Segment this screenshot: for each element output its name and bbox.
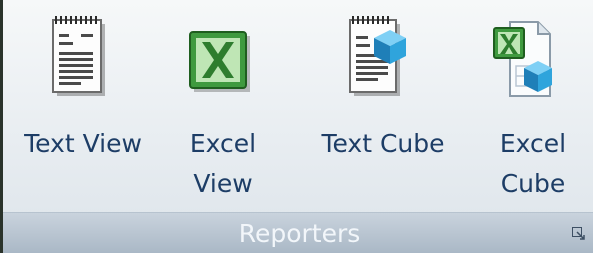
excel-cube-button[interactable]: Excel Cube — [478, 0, 588, 212]
text-view-button[interactable]: Text View — [3, 0, 163, 212]
excel-view-label: Excel View — [189, 129, 257, 198]
text-view-label: Text View — [24, 129, 142, 158]
text-cube-button[interactable]: Text Cube — [298, 0, 468, 212]
excel-view-button[interactable]: Excel View — [168, 0, 278, 212]
group-label-bar: Reporters — [3, 212, 593, 253]
text-cube-label: Text Cube — [321, 129, 445, 158]
group-title: Reporters — [238, 219, 361, 248]
excel-cube-label: Excel Cube — [499, 129, 567, 198]
reporters-ribbon-group: Text View Excel View Text Cube Excel Cub… — [0, 0, 593, 253]
excel-cube-icon — [493, 21, 552, 97]
excel-icon — [189, 31, 250, 92]
text-cube-icon — [349, 16, 406, 96]
dialog-launcher-icon[interactable] — [572, 227, 586, 241]
text-document-icon — [52, 16, 105, 96]
